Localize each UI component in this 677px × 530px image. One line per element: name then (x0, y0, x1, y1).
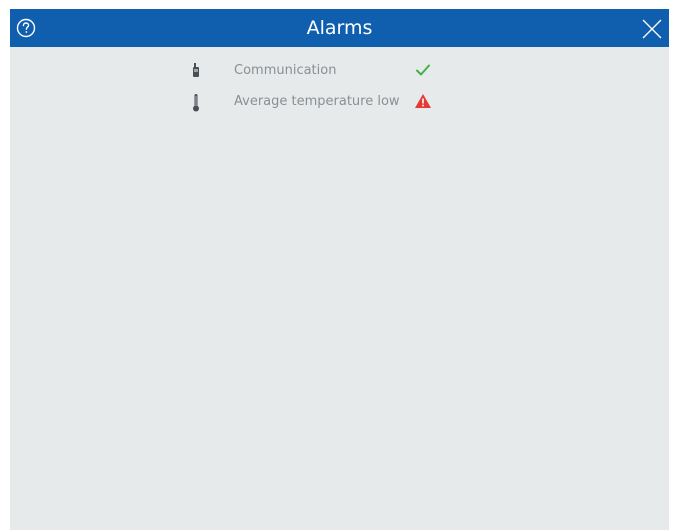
close-button[interactable] (641, 18, 663, 40)
alarm-label: Average temperature low (234, 94, 400, 109)
help-button[interactable] (16, 18, 36, 38)
warning-triangle-icon (414, 92, 432, 110)
alarm-row-average-temperature-low: Average temperature low (10, 91, 669, 115)
alarms-dialog: Alarms Communication Average temperature… (10, 9, 669, 530)
close-icon (642, 19, 662, 39)
alarm-label: Communication (234, 63, 337, 78)
thermometer-icon (191, 93, 201, 117)
dialog-title: Alarms (306, 17, 373, 39)
title-bar: Alarms (10, 9, 669, 47)
help-icon (16, 18, 36, 38)
alarm-row-communication: Communication (10, 60, 669, 84)
checkmark-icon (414, 61, 432, 79)
mobile-device-icon (191, 62, 201, 84)
